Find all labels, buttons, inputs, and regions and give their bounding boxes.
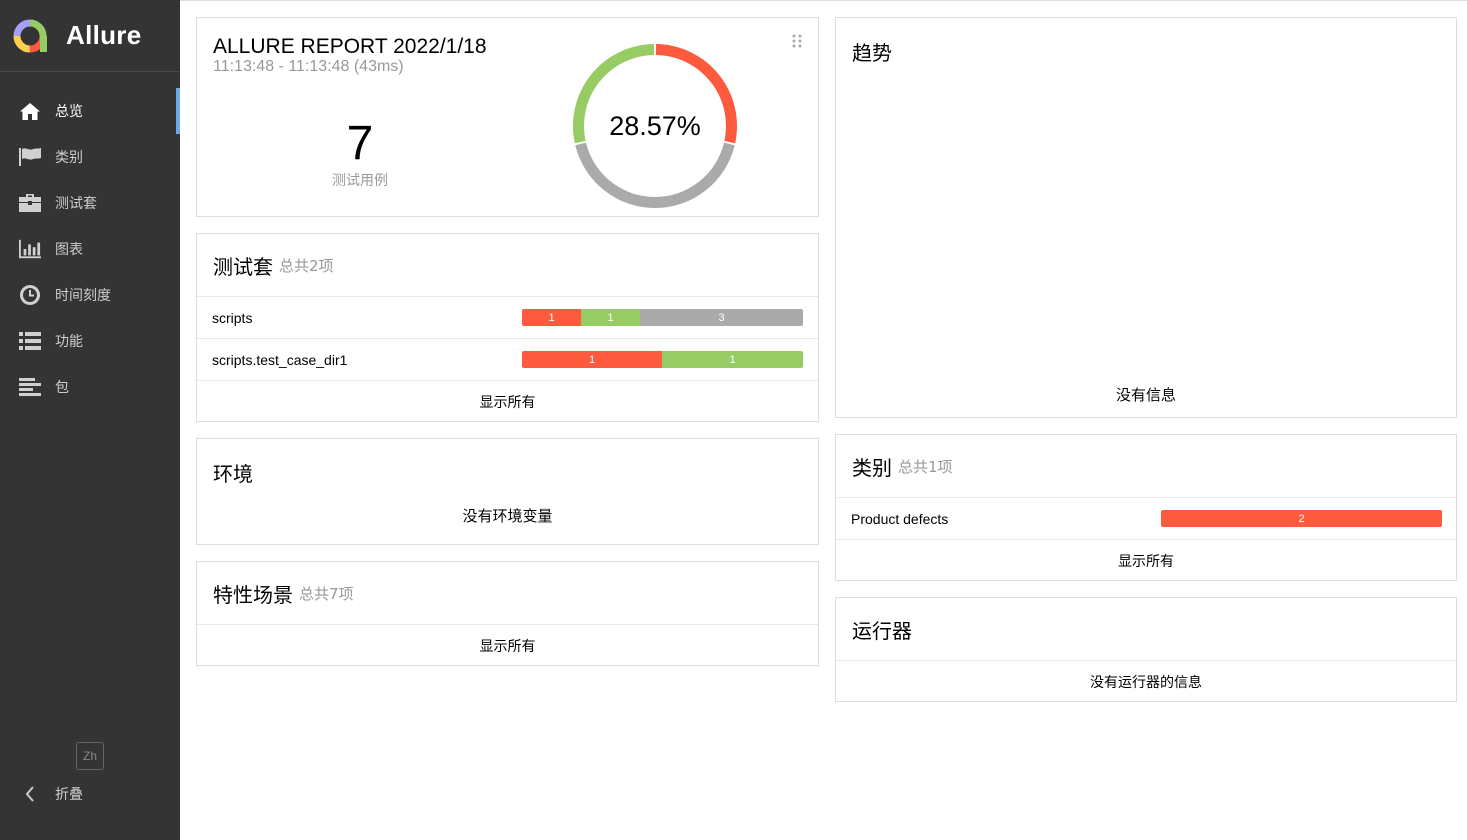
suite-name: scripts [212, 309, 253, 326]
category-name: Product defects [851, 510, 949, 527]
list-icon [19, 331, 41, 351]
environment-widget: 环境 没有环境变量 [196, 438, 819, 545]
unknown-segment: 3 [640, 309, 803, 326]
table-row[interactable]: scripts.test_case_dir1 1 1 [197, 338, 818, 380]
nav-item-label: 总览 [55, 104, 83, 120]
nav-item-label: 类别 [55, 150, 83, 166]
executors-widget: 运行器 没有运行器的信息 [835, 597, 1457, 702]
sidebar: Allure 总览 类别 测试套 图表 时间刻度 功能 包 Zh 折叠 [0, 0, 180, 840]
nav-item-label: 测试套 [55, 196, 97, 212]
features-title: 特性场景 [213, 582, 293, 607]
status-bar: 1 1 [522, 351, 803, 368]
success-percent: 28.57% [609, 111, 701, 141]
suites-title: 测试套 [213, 254, 273, 279]
nav-menu: 总览 类别 测试套 图表 时间刻度 功能 包 [0, 88, 180, 410]
categories-count: 总共1项 [898, 457, 953, 476]
passed-segment: 1 [581, 309, 640, 326]
bar-chart-icon [19, 239, 41, 259]
nav-item-label: 包 [55, 380, 69, 396]
executors-title: 运行器 [852, 618, 912, 643]
table-row[interactable]: scripts 1 1 3 [197, 296, 818, 338]
categories-widget: 类别 总共1项 Product defects 2 显示所有 [835, 434, 1457, 581]
nav-item-timeline[interactable]: 时间刻度 [0, 272, 180, 318]
features-count: 总共7项 [299, 584, 354, 603]
test-case-count: 7 [346, 117, 374, 170]
status-bar: 2 [1161, 510, 1442, 527]
allure-logo-icon [13, 19, 47, 52]
nav-item-label: 时间刻度 [55, 288, 111, 304]
environment-empty: 没有环境变量 [462, 507, 553, 525]
nav-item-label: 功能 [55, 334, 83, 350]
trend-header: 趋势 [836, 18, 1456, 84]
collapse-button[interactable]: 折叠 [19, 776, 83, 812]
environment-header: 环境 [197, 439, 818, 505]
clock-icon [19, 285, 41, 305]
trend-title: 趋势 [852, 40, 892, 65]
nav-item-behaviors[interactable]: 功能 [0, 318, 180, 364]
suites-widget: 测试套 总共2项 scripts 1 1 3 scripts.test_case… [196, 233, 819, 422]
trend-widget: 趋势 没有信息 [835, 17, 1457, 418]
nav-item-packages[interactable]: 包 [0, 364, 180, 410]
language-button[interactable]: Zh [76, 742, 104, 770]
collapse-label: 折叠 [55, 787, 83, 803]
nav-item-suites[interactable]: 测试套 [0, 180, 180, 226]
top-divider [180, 0, 1467, 1]
executors-header: 运行器 [836, 598, 1456, 660]
features-header: 特性场景 总共7项 [197, 562, 818, 624]
report-time: 11:13:48 - 11:13:48 (43ms) [213, 58, 404, 75]
chevron-left-icon [19, 786, 41, 802]
trend-empty: 没有信息 [1115, 386, 1176, 404]
show-all-suites-button[interactable]: 显示所有 [197, 380, 818, 422]
flag-icon [19, 147, 41, 167]
summary-widget: ALLURE REPORT 2022/1/18 11:13:48 - 11:13… [196, 17, 819, 217]
failed-segment: 2 [1161, 510, 1442, 527]
unknown-arc[interactable] [575, 142, 735, 208]
suites-count: 总共2项 [279, 256, 334, 275]
drag-handle-icon[interactable] [792, 34, 802, 53]
nav-item-graphs[interactable]: 图表 [0, 226, 180, 272]
nav-item-label: 图表 [55, 242, 83, 258]
suites-header: 测试套 总共2项 [197, 234, 818, 296]
briefcase-icon [19, 193, 41, 213]
nav-item-categories[interactable]: 类别 [0, 134, 180, 180]
table-row[interactable]: Product defects 2 [836, 497, 1456, 539]
test-case-label: 测试用例 [332, 173, 388, 189]
categories-header: 类别 总共1项 [836, 435, 1456, 497]
report-title: ALLURE REPORT 2022/1/18 [213, 35, 487, 58]
failed-segment: 1 [522, 309, 581, 326]
show-all-features-button[interactable]: 显示所有 [197, 624, 818, 666]
failed-segment: 1 [522, 351, 662, 368]
nav-item-overview[interactable]: 总览 [0, 88, 180, 134]
brand-name: Allure [66, 20, 142, 50]
status-donut-chart[interactable]: 28.57% [571, 42, 739, 210]
categories-title: 类别 [852, 455, 892, 480]
show-all-categories-button[interactable]: 显示所有 [836, 539, 1456, 581]
home-icon [19, 101, 41, 121]
passed-segment: 1 [662, 351, 803, 368]
environment-title: 环境 [213, 461, 253, 486]
suite-name: scripts.test_case_dir1 [212, 351, 348, 368]
align-left-icon [19, 377, 41, 397]
executors-empty: 没有运行器的信息 [836, 660, 1456, 702]
features-widget: 特性场景 总共7项 显示所有 [196, 561, 819, 666]
status-bar: 1 1 3 [522, 309, 803, 326]
brand[interactable]: Allure [0, 0, 180, 72]
